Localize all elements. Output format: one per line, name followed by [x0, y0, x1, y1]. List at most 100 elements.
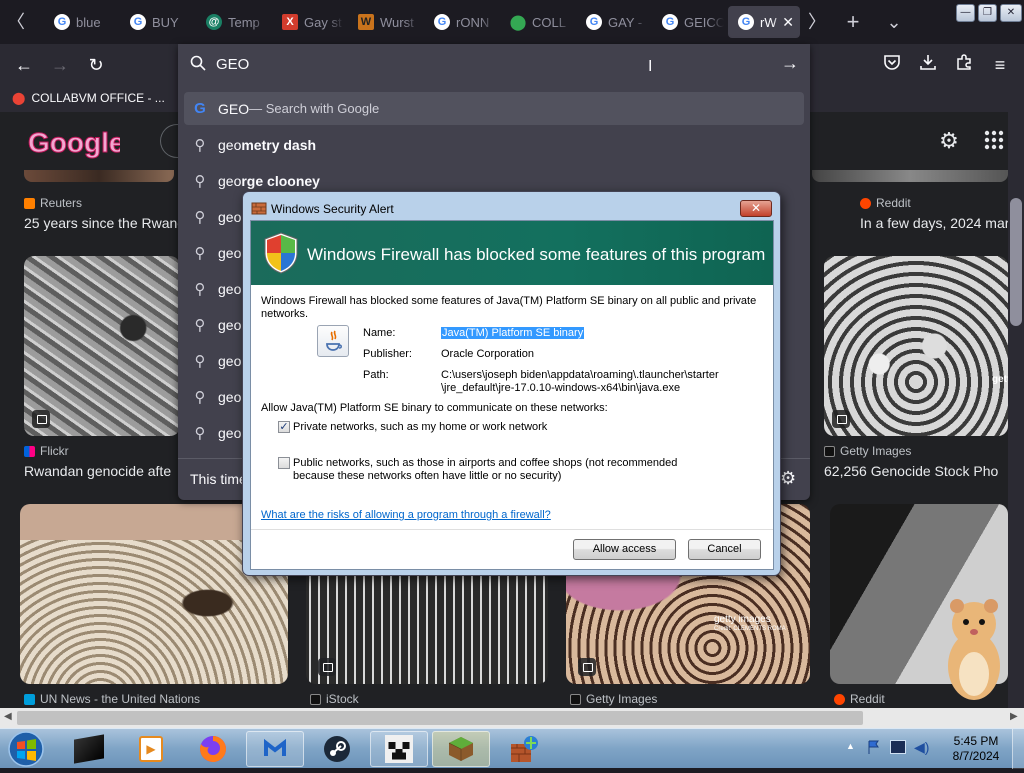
tab-2[interactable]: G BUY [120, 6, 192, 38]
google-icon: G [738, 14, 754, 30]
result-source[interactable]: Reddit [860, 196, 911, 210]
tab-scroll-left-icon[interactable]: 〈 [4, 10, 28, 34]
public-networks-label-line-2[interactable]: because these networks often have little… [293, 470, 561, 482]
suggestion-hint: — Search with Google [249, 101, 380, 116]
minimize-window-icon[interactable]: — [956, 4, 975, 22]
scroll-right-arrow-icon[interactable]: ▶ [1010, 711, 1018, 722]
start-button[interactable] [6, 730, 46, 768]
result-source[interactable]: Flickr [24, 444, 69, 458]
google-logo[interactable]: Google [26, 124, 125, 160]
show-hidden-icons-icon[interactable]: ▲ [846, 741, 855, 751]
suggestion-prefix: GEO [218, 100, 250, 117]
result-source[interactable]: Getty Images [570, 692, 657, 706]
tray-flag-icon[interactable] [866, 739, 882, 755]
show-desktop-button[interactable] [1012, 729, 1024, 769]
search-settings-gear-icon[interactable]: ⚙ [780, 468, 796, 489]
close-tab-icon[interactable]: ✕ [782, 14, 794, 31]
page-vertical-scrollbar[interactable] [1008, 112, 1024, 708]
tab-8[interactable]: G GAY - [576, 6, 648, 38]
taskbar-steam-app[interactable] [308, 731, 366, 767]
result-image[interactable] [812, 170, 1008, 182]
taskbar-firefox-app[interactable] [184, 731, 242, 767]
taskbar-minecraft-launcher-app[interactable] [432, 731, 490, 767]
settings-gear-icon[interactable]: ⚙ [936, 128, 962, 154]
allow-networks-prompt: Allow Java(TM) Platform SE binary to com… [261, 402, 608, 414]
menu-icon[interactable]: ≡ [988, 53, 1012, 77]
reload-icon[interactable]: ↻ [84, 53, 108, 77]
address-bar-input[interactable]: GEO I → [178, 44, 810, 86]
scroll-left-arrow-icon[interactable]: ◀ [4, 711, 12, 722]
result-source[interactable]: Getty Images [824, 444, 911, 458]
go-arrow-icon[interactable]: → [781, 53, 799, 74]
private-networks-checkbox[interactable]: ✓ [278, 421, 290, 433]
allow-access-button[interactable]: Allow access [573, 539, 676, 560]
firewall-risks-link[interactable]: What are the risks of allowing a program… [261, 509, 551, 521]
suggestion-prefix: geo [218, 244, 242, 261]
result-image[interactable] [24, 256, 180, 436]
tab-6[interactable]: G rONN [424, 6, 496, 38]
result-caption[interactable]: 62,256 Genocide Stock Pho [824, 463, 1008, 479]
result-source[interactable]: iStock [310, 692, 359, 706]
tab-scroll-right-icon[interactable]: 〉 [805, 10, 829, 34]
taskbar-minecraft-app[interactable] [370, 731, 428, 767]
taskbar-tlauncher-app[interactable] [494, 731, 552, 767]
path-value-line-2[interactable]: \jre_default\jre-17.0.10-windows-x64\bin… [441, 382, 680, 394]
result-caption[interactable]: In a few days, 2024 marks [860, 215, 1008, 231]
tray-network-icon[interactable] [890, 740, 906, 754]
horizontal-scrollbar[interactable]: ◀ ▶ [0, 708, 1024, 728]
tab-1[interactable]: G blue [44, 6, 116, 38]
suggestion-search-with-google[interactable]: G GEO — Search with Google [184, 92, 804, 125]
list-tabs-icon[interactable]: ⌄ [882, 10, 906, 34]
name-value[interactable]: Java(TM) Platform SE binary [441, 327, 585, 339]
result-image[interactable] [24, 170, 174, 182]
new-tab-icon[interactable]: + [841, 10, 865, 34]
google-icon: G [54, 14, 70, 30]
scrollbar-thumb[interactable] [17, 711, 863, 725]
restore-window-icon[interactable]: ❐ [978, 4, 997, 22]
tab-3[interactable]: @ Temp [196, 6, 268, 38]
source-label: Getty Images [586, 692, 658, 706]
tab-active[interactable]: G rW ✕ [728, 6, 800, 38]
tab-4[interactable]: X Gay st [272, 6, 344, 38]
bookmark-collabvm[interactable]: ⬤ COLLABVM OFFICE - ... [12, 91, 165, 105]
extensions-icon[interactable] [952, 53, 976, 77]
public-networks-checkbox[interactable] [278, 457, 290, 469]
tab-label: Temp [228, 14, 260, 30]
result-source[interactable]: Reddit [834, 692, 885, 706]
taskbar-clock[interactable]: 5:45 PM 8/7/2024 [944, 734, 1008, 764]
taskbar-blackbox-app[interactable] [60, 731, 118, 767]
firewall-shield-icon [251, 200, 267, 216]
taskbar-malwarebytes-app[interactable] [246, 731, 304, 767]
tab-9[interactable]: G GEICO [652, 6, 724, 38]
pocket-icon[interactable] [880, 53, 904, 77]
cancel-button[interactable]: Cancel [688, 539, 761, 560]
back-icon[interactable]: ← [12, 53, 36, 77]
result-caption[interactable]: Rwandan genocide afte [24, 463, 179, 479]
close-window-icon[interactable]: ✕ [1000, 4, 1022, 22]
suggestion-item[interactable]: ⚲ geo metry dash [184, 128, 804, 161]
windows-taskbar: ▶ ▲ ◀) 5:45 PM 8/7/2024 [0, 728, 1024, 769]
dialog-close-icon[interactable]: ✕ [740, 200, 772, 217]
result-image[interactable]: getty [824, 256, 1008, 436]
taskbar-media-player-app[interactable]: ▶ [122, 731, 180, 767]
tray-speaker-icon[interactable]: ◀) [914, 739, 930, 755]
downloads-icon[interactable] [916, 53, 940, 77]
path-label: Path: [363, 369, 389, 381]
getty-icon [824, 445, 835, 457]
result-source[interactable]: Reuters [24, 196, 82, 210]
dialog-intro-text: Windows Firewall has blocked some featur… [261, 295, 757, 320]
private-networks-label[interactable]: Private networks, such as my home or wor… [293, 421, 547, 433]
path-value-line-1[interactable]: C:\users\joseph biden\appdata\roaming\.t… [441, 369, 719, 381]
tab-5[interactable]: W Wurst [348, 6, 420, 38]
source-label: Reddit [876, 196, 911, 210]
public-networks-label-line-1[interactable]: Public networks, such as those in airpor… [293, 457, 677, 469]
publisher-value[interactable]: Oracle Corporation [441, 348, 534, 360]
hamster-sticker [940, 594, 1008, 704]
search-icon: ⚲ [194, 424, 206, 442]
apps-grid-icon[interactable] [984, 130, 1004, 150]
result-source[interactable]: UN News - the United Nations [24, 692, 200, 706]
forward-icon[interactable]: → [48, 53, 72, 77]
tab-7[interactable]: ⬤ COLL [500, 6, 572, 38]
scrollbar-thumb[interactable] [1010, 198, 1022, 326]
result-caption[interactable]: 25 years since the Rwanda [24, 215, 179, 231]
